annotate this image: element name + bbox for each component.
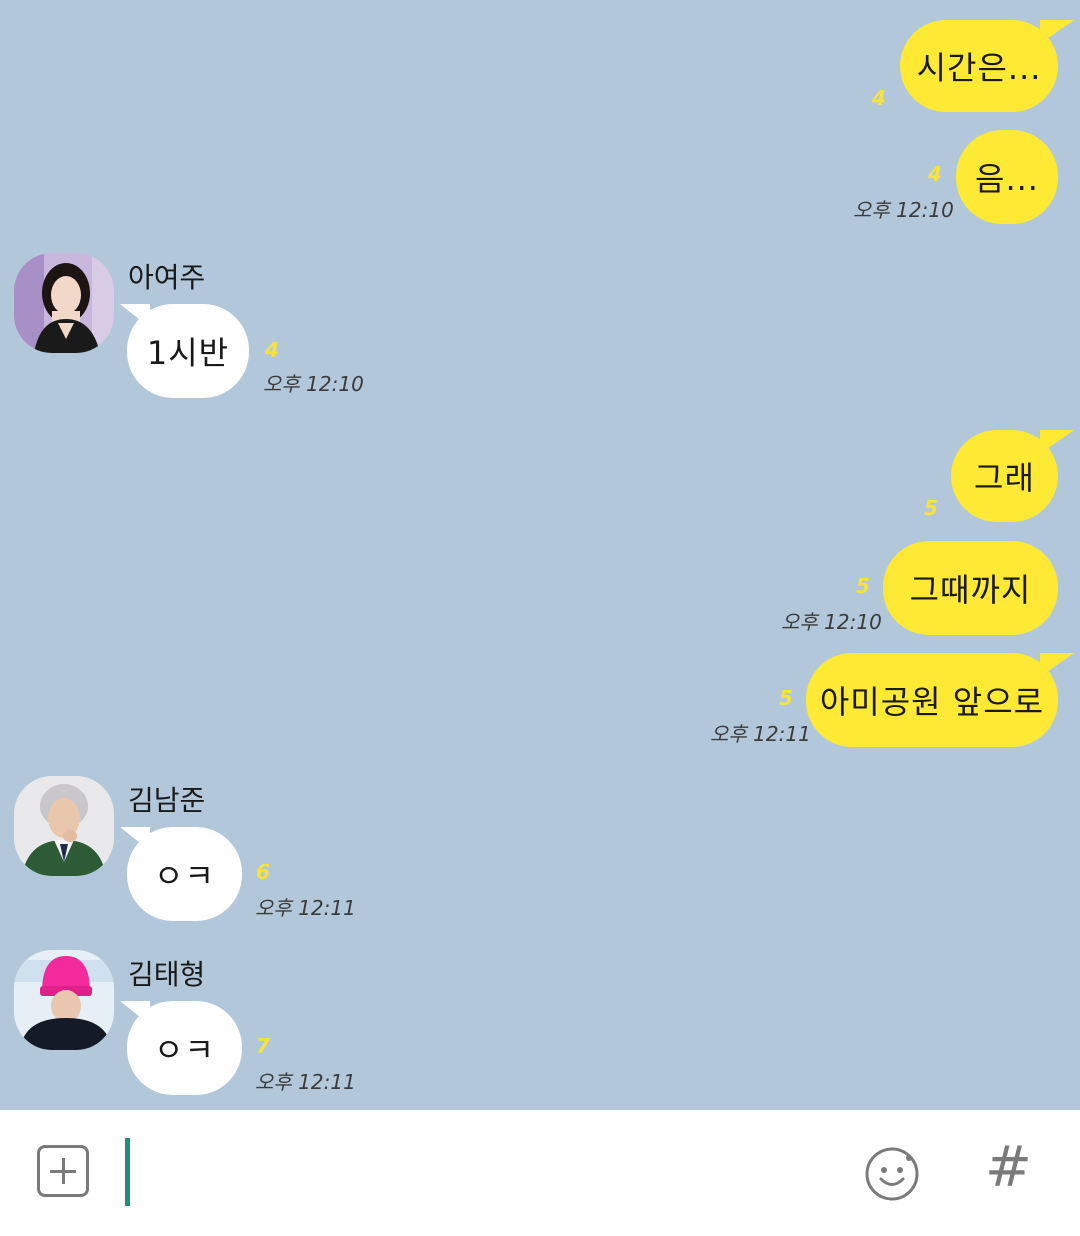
- hashtag-icon[interactable]: #: [985, 1140, 1032, 1196]
- my-message-bubble[interactable]: 아미공원 앞으로: [806, 653, 1058, 747]
- text-cursor: [125, 1138, 130, 1206]
- avatar-kimtaehyung[interactable]: [14, 950, 114, 1050]
- unread-count: 5: [856, 574, 870, 598]
- my-message-bubble[interactable]: 음...: [956, 130, 1058, 224]
- message-text: ㅇㅋ: [154, 857, 215, 895]
- message-input-bar: #: [0, 1110, 1080, 1236]
- bubble-tail: [1040, 430, 1074, 454]
- message-time: 오후 12:10: [781, 610, 882, 634]
- chat-area[interactable]: 시간은... 4 음... 4 오후 12:10 아여주 1시반 4 오후 12…: [0, 0, 1080, 1110]
- plus-icon[interactable]: [37, 1145, 89, 1197]
- message-time: 오후 12:10: [853, 198, 954, 222]
- emoji-icon[interactable]: [864, 1146, 920, 1202]
- unread-count: 5: [779, 686, 793, 710]
- sender-name: 아여주: [128, 261, 206, 294]
- bubble-tail: [1040, 20, 1074, 44]
- message-text: 음...: [975, 160, 1039, 198]
- unread-count: 4: [265, 338, 279, 362]
- sender-name: 김태형: [128, 958, 206, 991]
- avatar-kimnamjoon[interactable]: [14, 776, 114, 876]
- message-time: 오후 12:10: [263, 372, 364, 396]
- message-text: ㅇㅋ: [154, 1031, 215, 1069]
- message-time: 오후 12:11: [710, 722, 811, 746]
- sender-name: 김남준: [128, 784, 206, 817]
- unread-count: 6: [256, 860, 270, 884]
- message-time: 오후 12:11: [255, 1070, 356, 1094]
- unread-count: 5: [924, 496, 938, 520]
- message-text: 그때까지: [909, 571, 1032, 609]
- message-time: 오후 12:11: [255, 896, 356, 920]
- message-text: 시간은...: [916, 49, 1042, 87]
- message-text: 아미공원 앞으로: [819, 683, 1045, 721]
- my-message-bubble[interactable]: 그때까지: [883, 541, 1058, 635]
- unread-count: 4: [872, 86, 886, 110]
- avatar-ayeoju[interactable]: [14, 253, 114, 353]
- unread-count: 4: [928, 162, 942, 186]
- message-text: 그래: [974, 459, 1035, 497]
- my-message-bubble[interactable]: 시간은...: [900, 20, 1058, 112]
- message-input[interactable]: [120, 1130, 840, 1216]
- message-text: 1시반: [146, 334, 230, 372]
- unread-count: 7: [256, 1034, 270, 1058]
